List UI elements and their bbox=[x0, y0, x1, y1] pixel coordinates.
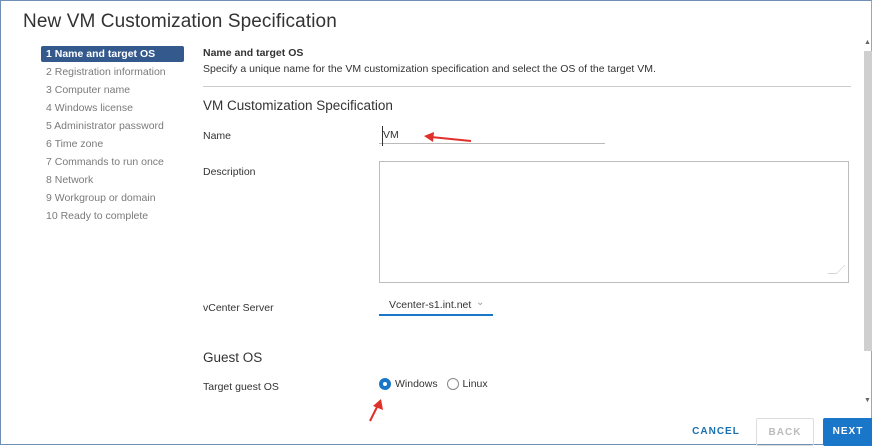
next-button[interactable]: NEXT bbox=[823, 418, 872, 446]
vm-customization-dialog: New VM Customization Specification 1 Nam… bbox=[0, 0, 872, 446]
back-button[interactable]: BACK bbox=[756, 418, 814, 446]
dialog-footer: CANCEL BACK NEXT bbox=[1, 410, 872, 446]
annotation-arrows bbox=[369, 132, 472, 422]
scroll-down-icon[interactable]: ▼ bbox=[864, 397, 871, 404]
arrow-to-name-icon bbox=[424, 132, 472, 142]
scrollbar[interactable]: ▲ ▼ bbox=[864, 39, 872, 407]
cancel-button[interactable]: CANCEL bbox=[684, 418, 748, 446]
scroll-thumb[interactable] bbox=[864, 51, 872, 351]
scroll-up-icon[interactable]: ▲ bbox=[864, 39, 871, 46]
